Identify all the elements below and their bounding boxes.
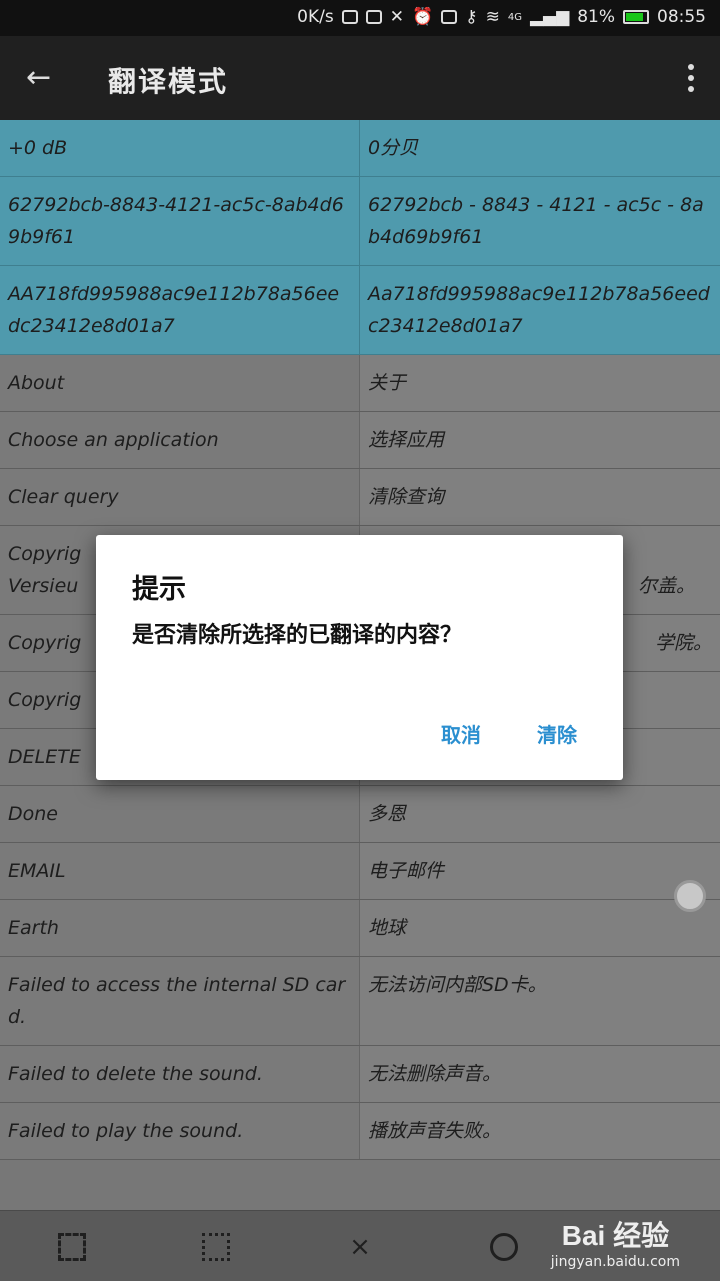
list-item[interactable]: About 关于	[0, 355, 720, 412]
list-item[interactable]: +0 dB 0分贝	[0, 120, 720, 177]
page-title: 翻译模式	[108, 65, 229, 98]
list-item[interactable]: Failed to play the sound. 播放声音失败。	[0, 1103, 720, 1160]
source-text: Earth	[0, 900, 360, 956]
app-bar: ← 翻译模式	[0, 36, 720, 120]
translated-text: 地球	[360, 900, 720, 956]
list-item[interactable]: 62792bcb-8843-4121-ac5c-8ab4d69b9f61 627…	[0, 177, 720, 266]
source-text: Done	[0, 786, 360, 842]
confirm-dialog: 提示 是否清除所选择的已翻译的内容？ 取消 清除	[96, 535, 623, 780]
source-text: Choose an application	[0, 412, 360, 468]
translated-text: 0分贝	[360, 120, 720, 176]
translated-text: 62792bcb - 8843 - 4121 - ac5c - 8ab4d69b…	[360, 177, 720, 265]
translated-text: 选择应用	[360, 412, 720, 468]
watermark-url: jingyan.baidu.com	[550, 1254, 680, 1270]
globe-icon[interactable]	[490, 1233, 518, 1261]
mute-icon: ✕	[389, 7, 404, 27]
translated-text: 关于	[360, 355, 720, 411]
status-bar: 0K/s ✕ ⏰ ⚷ ≋ 4G ▂▄▆ 81% 08:55	[0, 0, 720, 36]
translated-text: 电子邮件	[360, 843, 720, 899]
signal-icon: ▂▄▆	[529, 7, 570, 27]
watermark-logo: Bai 经验	[561, 1220, 670, 1251]
list-item[interactable]: Failed to access the internal SD card. 无…	[0, 957, 720, 1046]
source-text: EMAIL	[0, 843, 360, 899]
floating-assist-button[interactable]	[674, 880, 706, 912]
dialog-title: 提示	[132, 574, 186, 605]
source-text: Failed to play the sound.	[0, 1103, 360, 1159]
cancel-button[interactable]: 取消	[441, 719, 481, 748]
battery-percent: 81%	[577, 7, 615, 27]
source-text: +0 dB	[0, 120, 360, 176]
watermark: Bai 经验 jingyan.baidu.com	[551, 1214, 680, 1270]
dialog-message: 是否清除所选择的已翻译的内容？	[132, 623, 463, 648]
list-item[interactable]: Earth 地球	[0, 900, 720, 957]
source-text: Clear query	[0, 469, 360, 525]
signal-label: 4G	[507, 11, 522, 23]
key-icon: ⚷	[465, 7, 478, 27]
status-icons: 0K/s ✕ ⏰ ⚷ ≋ 4G ▂▄▆ 81% 08:55	[297, 7, 706, 27]
headset-icon	[341, 10, 358, 24]
list-item[interactable]: Choose an application 选择应用	[0, 412, 720, 469]
close-icon[interactable]: ×	[346, 1233, 374, 1261]
wifi-icon: ≋	[485, 7, 500, 27]
list-item[interactable]: AA718fd995988ac9e112b78a56eedc23412e8d01…	[0, 266, 720, 355]
battery-icon	[623, 10, 649, 24]
list-item[interactable]: EMAIL 电子邮件	[0, 843, 720, 900]
select-all-icon[interactable]	[58, 1233, 86, 1261]
cast-icon	[365, 10, 382, 24]
overflow-menu-icon[interactable]	[688, 64, 694, 92]
back-arrow-icon[interactable]: ←	[26, 60, 51, 95]
translated-text: 多恩	[360, 786, 720, 842]
source-text: About	[0, 355, 360, 411]
source-text: 62792bcb-8843-4121-ac5c-8ab4d69b9f61	[0, 177, 360, 265]
source-text: AA718fd995988ac9e112b78a56eedc23412e8d01…	[0, 266, 360, 354]
translated-text: 清除查询	[360, 469, 720, 525]
select-none-icon[interactable]	[202, 1233, 230, 1261]
hd-icon	[441, 10, 458, 24]
translated-text: 无法访问内部SD卡。	[360, 957, 720, 1045]
list-item[interactable]: Clear query 清除查询	[0, 469, 720, 526]
list-item[interactable]: Done 多恩	[0, 786, 720, 843]
source-text: Failed to access the internal SD card.	[0, 957, 360, 1045]
translated-text: 无法删除声音。	[360, 1046, 720, 1102]
clear-button[interactable]: 清除	[537, 719, 577, 748]
alarm-icon: ⏰	[411, 7, 434, 27]
translated-text: 播放声音失败。	[360, 1103, 720, 1159]
network-speed: 0K/s	[297, 7, 334, 27]
list-item[interactable]: Failed to delete the sound. 无法删除声音。	[0, 1046, 720, 1103]
source-text: Failed to delete the sound.	[0, 1046, 360, 1102]
clock: 08:55	[657, 7, 706, 27]
translated-text: Aa718fd995988ac9e112b78a56eedc23412e8d01…	[360, 266, 720, 354]
